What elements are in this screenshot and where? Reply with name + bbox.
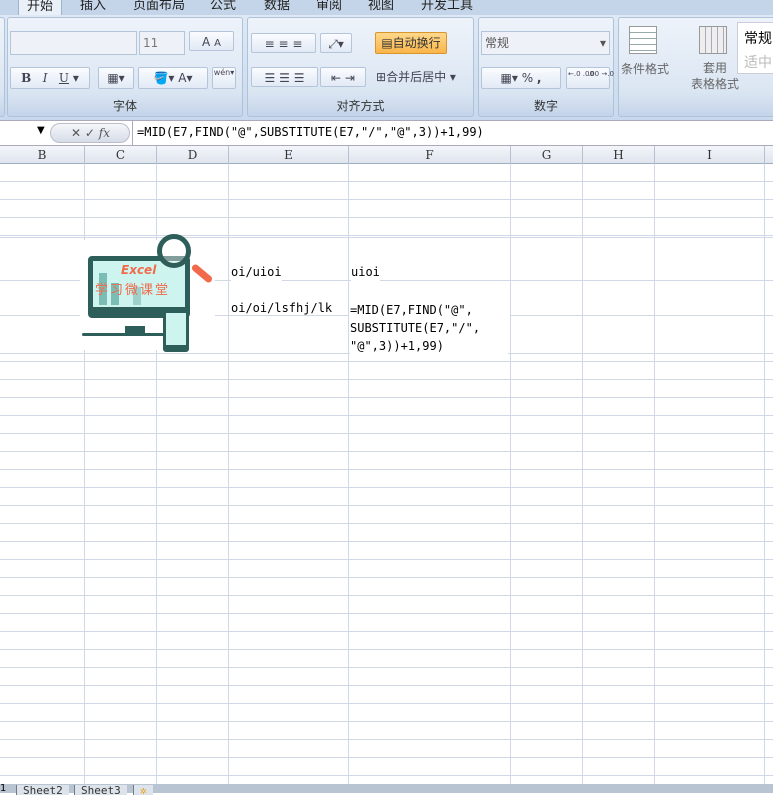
tab-formulas[interactable]: 公式 xyxy=(202,0,244,15)
column-headers: B C D E F G H I xyxy=(0,146,773,164)
tab-review[interactable]: 审阅 xyxy=(308,0,350,15)
wrap-text-button[interactable]: ▤自动换行 xyxy=(375,32,447,54)
tab-data[interactable]: 数据 xyxy=(256,0,298,15)
column-header-e[interactable]: E xyxy=(229,146,349,164)
name-box-dropdown-icon[interactable]: ▼ xyxy=(37,125,45,136)
alignment-group-label: 对齐方式 xyxy=(336,99,385,113)
indent-buttons[interactable]: ⇤ ⇥ xyxy=(320,67,366,87)
phonetic-button[interactable]: wén▾ xyxy=(212,67,236,89)
conditional-format-icon xyxy=(629,26,657,54)
clipboard-group-edge xyxy=(0,17,5,117)
font-group-label: 字体 xyxy=(112,99,137,113)
formula-controls: ✕ ✓ fx xyxy=(50,123,130,143)
sheet-tab-sheet3[interactable]: Sheet3 xyxy=(74,785,127,796)
cell-f-row2-editing[interactable]: =MID(E7,FIND("@", SUBSTITUTE(E7,"/", "@"… xyxy=(350,301,508,355)
cell-e-row2[interactable]: oi/oi/lsfhj/lk xyxy=(231,299,332,317)
magnifier-handle xyxy=(190,263,214,284)
borders-button[interactable]: ▦▾ xyxy=(98,67,134,89)
cancel-icon[interactable]: ✕ xyxy=(71,126,81,140)
tab-developer[interactable]: 开发工具 xyxy=(413,0,481,15)
grow-font-icon: A xyxy=(202,35,211,49)
row-line xyxy=(0,237,773,238)
column-header-d[interactable]: D xyxy=(157,146,229,164)
phonetic-icon: wén xyxy=(213,68,231,77)
underline-button[interactable]: U xyxy=(59,71,69,85)
font-group: 11 A A B I U ▾ ▦▾ 🪣▾ A▾ wén▾ 字体 xyxy=(7,17,243,117)
number-group: 常规 ▾ ▦▾ % , ←.0 .00.00 →.0 数字 xyxy=(478,17,614,117)
italic-button[interactable]: I xyxy=(43,71,48,85)
cell-styles-gallery[interactable]: 常规 适中 xyxy=(737,22,773,74)
cell-e-row1[interactable]: oi/uioi xyxy=(231,263,282,281)
col-line xyxy=(348,164,349,784)
accounting-percent-comma[interactable]: ▦▾ % , xyxy=(481,67,561,89)
conditional-format-button[interactable]: 条件格式 xyxy=(621,60,669,77)
col-line xyxy=(654,164,655,784)
fill-color-button[interactable]: 🪣▾ A▾ xyxy=(138,67,208,89)
column-header-b[interactable]: B xyxy=(0,146,85,164)
col-line xyxy=(510,164,511,784)
tab-page-layout[interactable]: 页面布局 xyxy=(125,0,193,15)
column-header-h[interactable]: H xyxy=(583,146,655,164)
column-header-i[interactable]: I xyxy=(655,146,765,164)
horizontal-align-buttons[interactable]: ☰ ☰ ☰ xyxy=(251,67,318,87)
col-line xyxy=(764,164,765,784)
merge-center-button[interactable]: ⊞合并后居中 ▾ xyxy=(376,67,456,87)
sheet-tab-sheet2[interactable]: Sheet2 xyxy=(16,785,69,796)
formula-line: "@",3))+1,99) xyxy=(350,339,444,353)
bold-button[interactable]: B xyxy=(21,71,31,85)
font-color-button[interactable]: A xyxy=(178,71,186,85)
formula-input[interactable]: =MID(E7,FIND("@",SUBSTITUTE(E7,"/","@",3… xyxy=(137,125,484,139)
tab-home[interactable]: 开始 xyxy=(18,0,63,15)
row-line xyxy=(511,315,773,316)
column-header-c[interactable]: C xyxy=(85,146,157,164)
decrease-decimal-button[interactable]: .00 →.0 xyxy=(588,68,614,79)
comma-button[interactable]: , xyxy=(537,71,542,85)
font-size-select[interactable]: 11 xyxy=(139,31,185,55)
formula-line: =MID(E7,FIND("@", xyxy=(350,303,473,317)
vertical-align-buttons[interactable]: ≡ ≡ ≡ xyxy=(251,33,316,53)
formula-line: SUBSTITUTE(E7,"/", xyxy=(350,321,481,335)
style-normal[interactable]: 常规 xyxy=(744,27,773,51)
ribbon: 11 A A B I U ▾ ▦▾ 🪣▾ A▾ wén▾ 字体 ≡ ≡ ≡ ⤢▾… xyxy=(0,15,773,120)
shrink-font-icon: A xyxy=(214,38,221,49)
style-neutral[interactable]: 适中 xyxy=(744,51,773,75)
table-format-icon xyxy=(699,26,727,54)
ribbon-tabs: 开始 插入 页面布局 公式 数据 审阅 视图 开发工具 xyxy=(0,0,773,15)
magnifier-icon xyxy=(157,234,191,268)
decimal-buttons[interactable]: ←.0 .00.00 →.0 xyxy=(566,67,614,89)
divider xyxy=(132,121,133,145)
bold-italic-underline[interactable]: B I U ▾ xyxy=(10,67,90,89)
cell-f-row1[interactable]: uioi xyxy=(351,263,380,281)
tab-insert[interactable]: 插入 xyxy=(72,0,114,15)
styles-group: 条件格式 套用 表格格式 常规 适中 xyxy=(618,17,773,117)
tab-view[interactable]: 视图 xyxy=(360,0,402,15)
alignment-group: ≡ ≡ ≡ ⤢▾ ▤自动换行 ☰ ☰ ☰ ⇤ ⇥ ⊞合并后居中 ▾ 对齐方式 xyxy=(247,17,474,117)
column-header-g[interactable]: G xyxy=(511,146,583,164)
enter-icon[interactable]: ✓ xyxy=(85,126,95,140)
logo-text: Excel xyxy=(121,263,157,277)
sheet-tab-bar: 1 Sheet2 Sheet3 ✲ xyxy=(0,784,773,796)
insert-function-icon[interactable]: fx xyxy=(99,126,110,140)
increase-decimal-button[interactable]: ←.0 .00 xyxy=(568,68,594,79)
number-format-select[interactable]: 常规 ▾ xyxy=(481,31,610,55)
phone-icon xyxy=(163,310,189,352)
cell-grid[interactable]: oi/uioi uioi oi/oi/lsfhj/lk =MID(E7,FIND… xyxy=(0,164,773,784)
grow-shrink-font-buttons[interactable]: A A xyxy=(189,31,234,51)
col-line xyxy=(582,164,583,784)
excel-logo-image: Excel 学习微课堂 xyxy=(80,234,215,352)
number-group-label: 数字 xyxy=(533,99,558,113)
column-header-f[interactable]: F xyxy=(349,146,511,164)
insert-sheet-icon[interactable]: ✲ xyxy=(133,785,153,796)
logo-text: 学习微课堂 xyxy=(95,283,171,298)
formula-bar: ▼ ✕ ✓ fx =MID(E7,FIND("@",SUBSTITUTE(E7,… xyxy=(0,120,773,146)
orientation-button[interactable]: ⤢▾ xyxy=(320,33,352,53)
percent-button[interactable]: % xyxy=(522,71,533,85)
font-name-select[interactable] xyxy=(10,31,137,55)
format-as-table-button[interactable]: 套用 表格格式 xyxy=(691,60,739,92)
col-line xyxy=(228,164,229,784)
